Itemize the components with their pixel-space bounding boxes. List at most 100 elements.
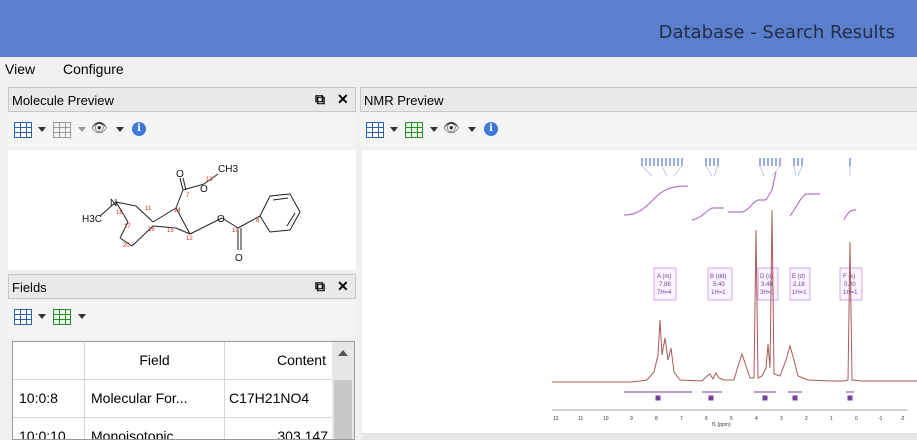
tick-label: 8 — [655, 416, 658, 422]
tick-label: 7 — [680, 416, 683, 422]
row-field: Molecular For... — [85, 380, 225, 418]
dropdown-caret-icon[interactable] — [38, 314, 46, 319]
table-grid-icon[interactable] — [53, 122, 71, 138]
table-view-icon[interactable] — [366, 122, 384, 138]
integral-curves — [623, 171, 857, 221]
atom-number: 7 — [186, 193, 190, 199]
dropdown-caret-icon[interactable] — [390, 127, 398, 132]
molecule-preview-title: Molecule Preview — [12, 93, 114, 108]
table-grid-icon[interactable] — [405, 122, 423, 138]
o-label-4: O — [235, 253, 243, 264]
window-title: Database - Search Results — [658, 22, 895, 43]
o-label-2: O — [200, 184, 208, 195]
dropdown-caret-icon[interactable] — [116, 127, 124, 132]
table-row[interactable]: 10:0:8 Molecular For... C17H21NO4 — [13, 380, 333, 418]
nmr-spectrum: A (m) 7.88 7H=4 B (dd) 5.40 1H=1 D (s) 3… — [552, 158, 917, 428]
multiplet-boxes: A (m) 7.88 7H=4 B (dd) 5.40 1H=1 D (s) 3… — [653, 267, 863, 301]
table-scrollbar[interactable] — [332, 342, 354, 439]
axis-label: f1 (ppm) — [712, 422, 731, 428]
column-header-index[interactable] — [13, 342, 85, 380]
table-header-row: Field Content — [13, 342, 333, 380]
atom-number: 14 — [174, 208, 181, 214]
dropdown-caret-icon[interactable] — [78, 314, 86, 319]
dropdown-caret-icon[interactable] — [38, 127, 46, 132]
row-field: Monoisotopic ... — [85, 418, 225, 439]
fields-header: Fields ⧉ ✕ — [8, 274, 356, 299]
atom-number: 15 — [167, 228, 174, 234]
float-window-icon[interactable]: ⧉ — [315, 91, 325, 108]
atom-number: 18 — [116, 210, 123, 216]
fields-table: Field Content 10:0:8 Molecular For... C1… — [12, 341, 355, 440]
float-window-icon[interactable]: ⧉ — [315, 278, 325, 295]
atom-number: 11 — [145, 206, 152, 212]
nmr-spectrum-canvas: A (m) 7.88 7H=4 B (dd) 5.40 1H=1 D (s) 3… — [362, 150, 917, 433]
table-view-icon[interactable] — [14, 309, 32, 325]
ch3-label: CH3 — [218, 164, 238, 175]
scroll-up-icon[interactable] — [338, 350, 348, 356]
integral-regions — [624, 391, 854, 401]
tick-label: -1 — [878, 416, 883, 422]
table-view-icon[interactable] — [14, 122, 32, 138]
tick-label: 9 — [630, 416, 633, 422]
multiplet-shift: 5.40 — [713, 282, 725, 288]
molecule-structure-canvas: H3C N CH3 O O O O 18 17 11 14 16 15 12 2… — [8, 150, 356, 270]
multiplet-nh: 1H=1 — [711, 290, 726, 296]
fields-toolbar — [8, 300, 356, 338]
tick-label: 10 — [603, 416, 609, 422]
menu-view[interactable]: View — [5, 61, 35, 77]
molecule-toolbar: 👁 i — [8, 113, 356, 147]
close-icon[interactable]: ✕ — [337, 91, 349, 108]
molecule-preview-header: Molecule Preview ⧉ ✕ — [8, 87, 356, 112]
atom-number: 13 — [206, 177, 213, 183]
multiplet-label: B (dd) — [710, 274, 726, 280]
column-header-field[interactable]: Field — [85, 342, 225, 380]
multiplet-label: A (m) — [657, 274, 671, 280]
h3c-label: H3C — [82, 214, 102, 225]
menu-configure[interactable]: Configure — [63, 61, 124, 77]
axis-ticks: 12 11 10 9 8 7 6 5 4 3 2 1 0 -1 -2 f1 (p… — [553, 416, 905, 428]
nmr-horizontal-scrollbar[interactable] — [362, 433, 917, 440]
atom-number: 16 — [148, 227, 155, 233]
table-grid-icon[interactable] — [53, 309, 71, 325]
atom-number: 12 — [186, 236, 193, 242]
molecule-structure: H3C N CH3 O O O O 18 17 11 14 16 15 12 2… — [82, 164, 301, 264]
atom-number: 20 — [123, 243, 130, 249]
multiplet-label: E (d) — [792, 274, 805, 280]
tick-label: 6 — [705, 416, 708, 422]
title-bar: Database - Search Results — [0, 0, 917, 57]
table-row[interactable]: 10:0:10 Monoisotopic ... 303.147 — [13, 418, 333, 439]
row-content: C17H21NO4 — [225, 380, 333, 418]
multiplet-shift: 7.88 — [659, 282, 671, 288]
column-header-content[interactable]: Content — [225, 342, 333, 380]
fields-title: Fields — [12, 280, 47, 295]
o-label-3: O — [217, 214, 225, 225]
atom-number: 8 — [256, 218, 260, 224]
tick-label: 4 — [755, 416, 758, 422]
tick-label: 1 — [830, 416, 833, 422]
peak-labels — [641, 158, 851, 166]
menu-bar: View Configure — [0, 57, 917, 81]
nmr-preview-title: NMR Preview — [364, 93, 444, 108]
nmr-preview-header: NMR Preview — [360, 87, 917, 112]
scroll-thumb[interactable] — [334, 380, 352, 439]
dropdown-caret-icon[interactable] — [78, 127, 86, 132]
dropdown-caret-icon[interactable] — [430, 127, 438, 132]
tick-label: 11 — [578, 416, 583, 422]
tick-label: 0 — [855, 416, 858, 422]
info-icon[interactable]: i — [484, 122, 498, 136]
multiplet-nh: 7H=4 — [657, 290, 672, 296]
row-index: 10:0:8 — [13, 380, 85, 418]
dropdown-caret-icon[interactable] — [468, 127, 476, 132]
multiplet-nh: 1H=1 — [792, 290, 807, 296]
row-content: 303.147 — [225, 418, 333, 439]
n-label: N — [110, 198, 117, 209]
close-icon[interactable]: ✕ — [337, 278, 349, 295]
tick-label: 3 — [780, 416, 783, 422]
tick-label: 12 — [553, 416, 559, 422]
tick-label: 2 — [805, 416, 808, 422]
info-icon[interactable]: i — [132, 122, 146, 136]
eye-icon[interactable]: 👁 — [443, 120, 460, 136]
eye-icon[interactable]: 👁 — [91, 120, 108, 136]
row-index: 10:0:10 — [13, 418, 85, 439]
nmr-toolbar: 👁 i — [360, 113, 917, 147]
